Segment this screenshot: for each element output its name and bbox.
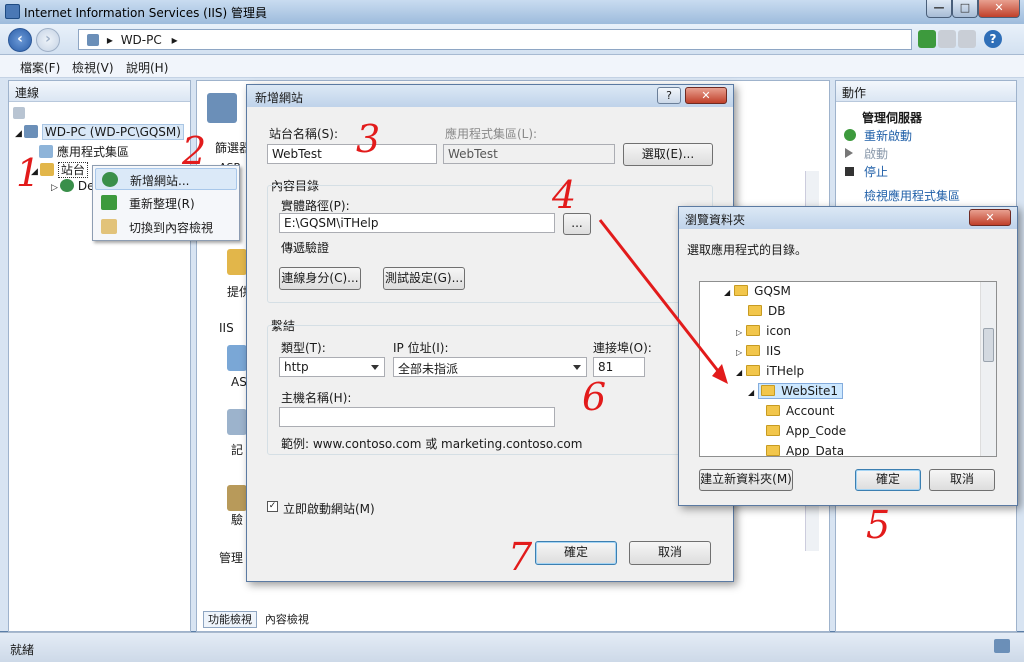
annotation-step-4: 4 [552,173,577,217]
annotation-step-3: 3 [356,117,381,161]
annotation-arrow [598,219,724,377]
annotation-step-5: 5 [866,503,891,547]
annotation-step-7: 7 [508,535,533,579]
annotation-step-2: 2 [182,129,207,173]
annotation-step-1: 1 [16,151,41,195]
annotation-step-6: 6 [582,375,607,419]
